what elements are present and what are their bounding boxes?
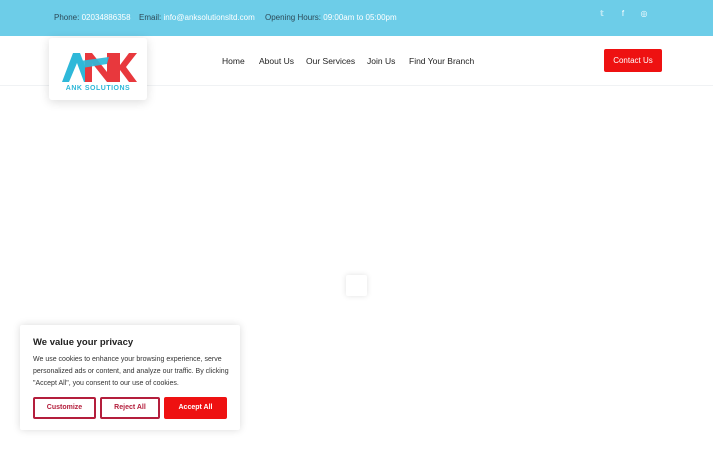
- reject-all-button[interactable]: Reject All: [100, 397, 160, 419]
- cookie-consent-banner: We value your privacy We use cookies to …: [20, 325, 240, 430]
- hours-value: 09:00am to 05:00pm: [323, 13, 397, 22]
- logo-letter-k: [114, 53, 137, 82]
- instagram-icon[interactable]: ◎: [638, 8, 650, 20]
- logo-letter-n: [85, 53, 114, 82]
- logo-tagline: ANK SOLUTIONS: [66, 85, 130, 92]
- email-value[interactable]: info@anksolutionsltd.com: [163, 13, 254, 22]
- ank-logo-graphic: ANK SOLUTIONS: [62, 53, 137, 92]
- logo[interactable]: ANK SOLUTIONS: [49, 38, 147, 100]
- customize-button[interactable]: Customize: [33, 397, 96, 419]
- nav-home[interactable]: Home: [222, 56, 245, 66]
- phone-value[interactable]: 02034886358: [82, 13, 131, 22]
- phone-label: Phone:: [54, 13, 80, 22]
- top-info-bar: Phone: 02034886358 Email: info@anksoluti…: [0, 0, 713, 36]
- page-loader: [346, 275, 367, 296]
- nav-about-us[interactable]: About Us: [259, 56, 294, 66]
- contact-us-button[interactable]: Contact Us: [604, 49, 662, 72]
- nav-find-your-branch[interactable]: Find Your Branch: [409, 56, 474, 66]
- accept-all-button[interactable]: Accept All: [164, 397, 227, 419]
- hours-info: Opening Hours: 09:00am to 05:00pm: [265, 13, 397, 22]
- phone-info: Phone: 02034886358: [54, 13, 131, 22]
- email-label: Email:: [139, 13, 162, 22]
- nav-our-services[interactable]: Our Services: [306, 56, 355, 66]
- nav-join-us[interactable]: Join Us: [367, 56, 395, 66]
- cookie-title: We value your privacy: [33, 337, 134, 348]
- hours-label: Opening Hours:: [265, 13, 322, 22]
- email-info: Email: info@anksolutionsltd.com: [139, 13, 255, 22]
- twitter-icon[interactable]: 𝕥: [596, 8, 608, 20]
- facebook-icon[interactable]: f: [617, 8, 629, 20]
- cookie-text: We use cookies to enhance your browsing …: [33, 356, 229, 387]
